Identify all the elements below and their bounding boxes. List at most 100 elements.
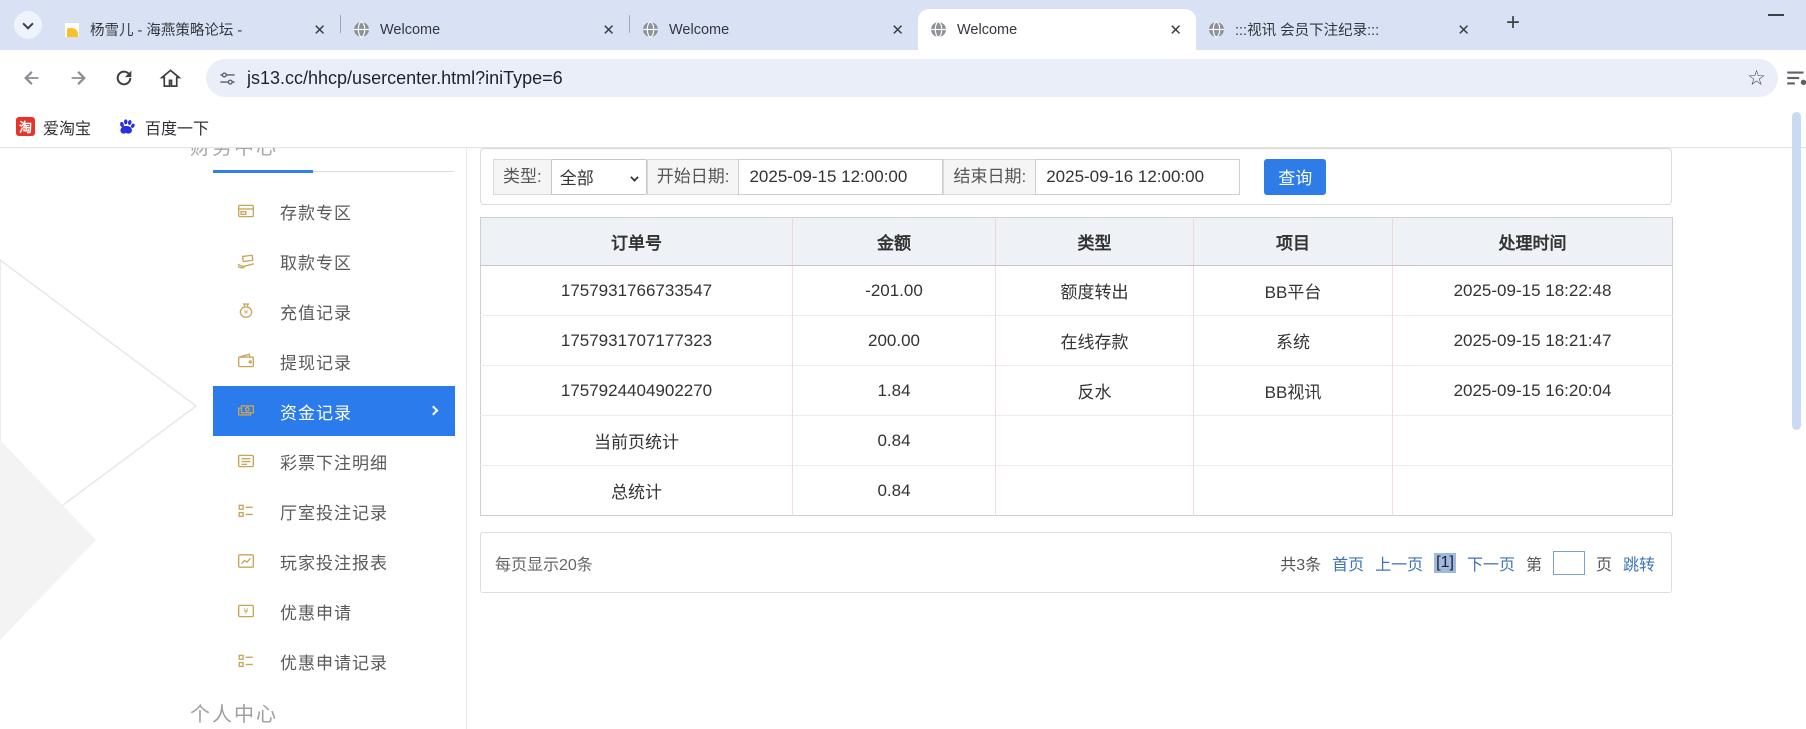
- cell-empty: [1392, 465, 1673, 516]
- tab-title: Welcome: [957, 21, 1018, 38]
- grid-list-icon: [237, 502, 255, 520]
- filter-group: 类型: 全部 开始日期: 结束日期:: [493, 158, 1241, 195]
- jump-button[interactable]: 跳转: [1623, 551, 1655, 575]
- tab-title: Welcome: [380, 21, 441, 38]
- tab-title: Welcome: [669, 21, 730, 38]
- close-icon[interactable]: ✕: [1167, 21, 1184, 39]
- prev-page-link[interactable]: 上一页: [1375, 551, 1423, 575]
- cell-type: 反水: [995, 365, 1194, 416]
- sidebar-item-label: 存款专区: [280, 203, 352, 223]
- cell-project: 系统: [1193, 315, 1393, 366]
- next-page-link[interactable]: 下一页: [1467, 551, 1515, 575]
- browser-tab-1[interactable]: 杨雪儿 - 海燕策略论坛 - ✕: [52, 9, 340, 50]
- sidebar-item-player-bet-report[interactable]: 玩家投注报表: [213, 536, 455, 586]
- pagination-controls: 共3条 首页 上一页 [1] 下一页 第 页 跳转: [1269, 550, 1655, 575]
- sidebar-item-lottery-bet-details[interactable]: 彩票下注明细: [213, 436, 455, 486]
- sidebar-item-deposit-zone[interactable]: 存款专区: [213, 186, 455, 236]
- filter-bar: 类型: 全部 开始日期: 结束日期: 查询: [480, 148, 1672, 205]
- browser-tab-3[interactable]: Welcome ✕: [630, 9, 918, 50]
- cell-project: BB视讯: [1193, 365, 1393, 416]
- cell-amount: 1.84: [792, 365, 996, 416]
- reload-button[interactable]: [106, 60, 142, 96]
- type-select-value: 全部: [559, 169, 594, 188]
- sidebar-item-recharge-records[interactable]: ¥ 充值记录: [213, 286, 455, 336]
- url-field[interactable]: js13.cc/hhcp/usercenter.html?iniType=6 ☆: [206, 59, 1778, 97]
- jump-prefix-text: 第: [1525, 556, 1542, 574]
- table-row: 1757924404902270 1.84 反水 BB视讯 2025-09-15…: [480, 365, 1673, 416]
- withdraw-hand-icon: [237, 252, 255, 270]
- cell-process-time: 2025-09-15 16:20:04: [1392, 365, 1673, 416]
- cell-process-time: 2025-09-15 18:21:47: [1392, 315, 1673, 366]
- cell-empty: [995, 415, 1194, 466]
- sidebar-footer-title: 个人中心: [190, 704, 278, 726]
- sidebar-item-withdraw-zone[interactable]: 取款专区: [213, 236, 455, 286]
- close-icon[interactable]: ✕: [889, 21, 906, 39]
- sidebar-item-fund-records[interactable]: 资金记录: [213, 386, 455, 436]
- globe-favicon-icon: [643, 21, 658, 38]
- home-icon: [158, 68, 182, 87]
- col-header-amount: 金额: [792, 217, 996, 266]
- type-select[interactable]: 全部: [550, 158, 647, 195]
- baidu-paw-icon: [120, 118, 135, 134]
- bookmark-star-icon[interactable]: ☆: [1747, 66, 1766, 91]
- cell-process-time: 2025-09-15 18:22:48: [1392, 265, 1673, 316]
- page-scrollbar-thumb[interactable]: [1792, 112, 1801, 430]
- tab-title: 杨雪儿 - 海燕策略论坛 -: [90, 23, 243, 39]
- end-date-input[interactable]: [1035, 158, 1241, 195]
- reading-list-icon[interactable]: [1784, 65, 1806, 91]
- sidebar-item-withdrawal-records[interactable]: 提现记录: [213, 336, 455, 386]
- cell-amount: 0.84: [792, 415, 996, 466]
- page-content: 财务中心 存款专区 取款专区 ¥ 充值记录 提现记录 资金记录 彩票下注明细 厅…: [0, 148, 1806, 729]
- browser-tab-5[interactable]: :::视讯 会员下注纪录::: ✕: [1196, 9, 1484, 50]
- sidebar-item-label: 彩票下注明细: [280, 453, 388, 473]
- address-bar: js13.cc/hhcp/usercenter.html?iniType=6 ☆: [0, 50, 1806, 106]
- cell-type: 在线存款: [995, 315, 1194, 366]
- close-icon[interactable]: ✕: [311, 21, 328, 39]
- query-button[interactable]: 查询: [1264, 158, 1327, 195]
- pagination-bar: 每页显示20条 共3条 首页 上一页 [1] 下一页 第 页 跳转: [480, 532, 1672, 593]
- close-icon[interactable]: ✕: [1455, 21, 1472, 39]
- back-button[interactable]: [14, 60, 50, 96]
- bookmark-aitaobao[interactable]: 淘 爱淘宝: [16, 115, 91, 139]
- start-date-label: 开始日期:: [646, 158, 740, 195]
- back-arrow-icon: [24, 71, 39, 85]
- table-row-page-total: 当前页统计 0.84: [480, 415, 1673, 466]
- sidebar-item-label: 资金记录: [280, 403, 352, 423]
- type-label: 类型:: [493, 158, 552, 195]
- current-page-indicator[interactable]: [1]: [1434, 552, 1456, 573]
- sidebar-item-label: 取款专区: [280, 253, 352, 273]
- sidebar-item-promo-apply[interactable]: ¥ 优惠申请: [213, 586, 455, 636]
- cell-project: BB平台: [1193, 265, 1393, 316]
- cell-order-no: 1757931766733547: [480, 265, 793, 316]
- sidebar-item-label: 优惠申请: [280, 603, 352, 623]
- jump-suffix-text: 页: [1595, 556, 1612, 574]
- close-icon[interactable]: ✕: [600, 21, 617, 39]
- svg-text:¥: ¥: [243, 607, 248, 616]
- sidebar-item-hall-bet-records[interactable]: 厅室投注记录: [213, 486, 455, 536]
- cell-type: 额度转出: [995, 265, 1194, 316]
- sidebar-section-title: 财务中心: [190, 148, 278, 159]
- window-minimize-button[interactable]: [1768, 14, 1784, 16]
- forward-button[interactable]: [60, 60, 96, 96]
- home-button[interactable]: [152, 60, 188, 96]
- start-date-input[interactable]: [738, 158, 944, 195]
- cell-label: 总统计: [480, 465, 793, 516]
- url-text: js13.cc/hhcp/usercenter.html?iniType=6: [247, 67, 563, 88]
- globe-favicon-icon: [931, 21, 946, 38]
- bookmark-baidu[interactable]: 百度一下: [117, 115, 209, 139]
- tab-search-button[interactable]: [14, 11, 42, 39]
- page-jump-input[interactable]: [1552, 550, 1585, 575]
- first-page-link[interactable]: 首页: [1332, 551, 1364, 575]
- sidebar-item-label: 优惠申请记录: [280, 653, 388, 673]
- sidebar-item-promo-apply-records[interactable]: 优惠申请记录: [213, 636, 455, 686]
- sidebar-menu: 存款专区 取款专区 ¥ 充值记录 提现记录 资金记录 彩票下注明细 厅室投注记录…: [186, 186, 466, 686]
- divider: [313, 171, 454, 172]
- browser-tab-2[interactable]: Welcome ✕: [341, 9, 629, 50]
- site-settings-tune-icon: [220, 71, 235, 85]
- new-tab-button[interactable]: +: [1498, 9, 1528, 37]
- banknotes-icon: [237, 402, 255, 420]
- taobao-icon: 淘: [16, 117, 35, 136]
- browser-tab-4-active[interactable]: Welcome ✕: [918, 9, 1196, 50]
- total-count-text: 共3条: [1280, 556, 1322, 574]
- cell-amount: 0.84: [792, 465, 996, 516]
